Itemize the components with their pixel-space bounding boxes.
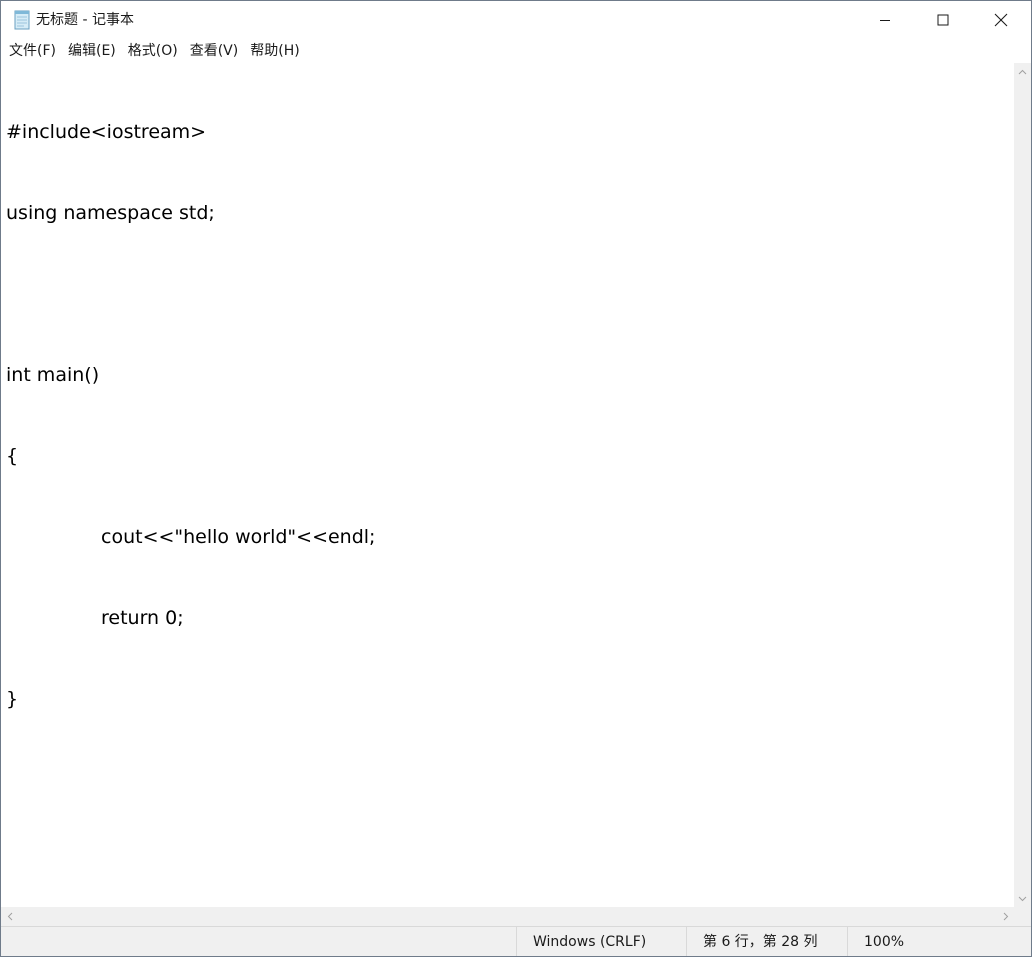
scroll-left-button[interactable] xyxy=(1,907,18,926)
vertical-scrollbar[interactable] xyxy=(1014,63,1031,907)
scroll-down-button[interactable] xyxy=(1014,890,1031,907)
chevron-right-icon xyxy=(1003,912,1008,921)
menu-view[interactable]: 查看(V) xyxy=(184,39,245,63)
chevron-up-icon xyxy=(1018,69,1027,74)
menu-edit[interactable]: 编辑(E) xyxy=(62,39,122,63)
code-line: { xyxy=(6,445,19,467)
notepad-icon xyxy=(14,10,30,30)
maximize-button[interactable] xyxy=(914,1,972,39)
chevron-left-icon xyxy=(7,912,12,921)
maximize-icon xyxy=(937,14,949,26)
status-bar: Windows (CRLF) 第 6 行，第 28 列 100% xyxy=(1,926,1031,956)
status-cursor-position: 第 6 行，第 28 列 xyxy=(686,927,857,956)
close-button[interactable] xyxy=(972,1,1030,39)
menu-bar: 文件(F) 编辑(E) 格式(O) 查看(V) 帮助(H) xyxy=(1,39,1031,63)
scrollbar-corner xyxy=(1014,907,1031,926)
code-line: #include<iostream> xyxy=(6,121,207,143)
minimize-icon xyxy=(880,20,890,21)
menu-file[interactable]: 文件(F) xyxy=(3,39,62,63)
menu-help[interactable]: 帮助(H) xyxy=(244,39,305,63)
notepad-window: 无标题 - 记事本 文件(F) 编辑(E) 格式(O) 查看(V) 帮助(H) … xyxy=(0,0,1032,957)
horizontal-scrollbar[interactable] xyxy=(1,907,1014,926)
editor-content[interactable]: #include<iostream> using namespace std; … xyxy=(6,65,375,767)
code-line: return 0; xyxy=(101,607,184,629)
status-zoom: 100% xyxy=(847,927,1004,956)
menu-format[interactable]: 格式(O) xyxy=(122,39,184,63)
scroll-right-button[interactable] xyxy=(997,907,1014,926)
close-icon xyxy=(994,13,1008,27)
scroll-up-button[interactable] xyxy=(1014,63,1031,80)
code-line: int main() xyxy=(6,364,100,386)
code-line: cout<<"hello world"<<endl; xyxy=(101,526,376,548)
minimize-button[interactable] xyxy=(856,1,914,39)
code-line: using namespace std; xyxy=(6,202,215,224)
title-bar[interactable]: 无标题 - 记事本 xyxy=(1,1,1031,39)
window-title: 无标题 - 记事本 xyxy=(36,12,134,28)
status-line-ending: Windows (CRLF) xyxy=(516,927,687,956)
code-line: } xyxy=(6,688,19,710)
chevron-down-icon xyxy=(1018,896,1027,901)
text-editor[interactable]: #include<iostream> using namespace std; … xyxy=(1,63,1014,907)
